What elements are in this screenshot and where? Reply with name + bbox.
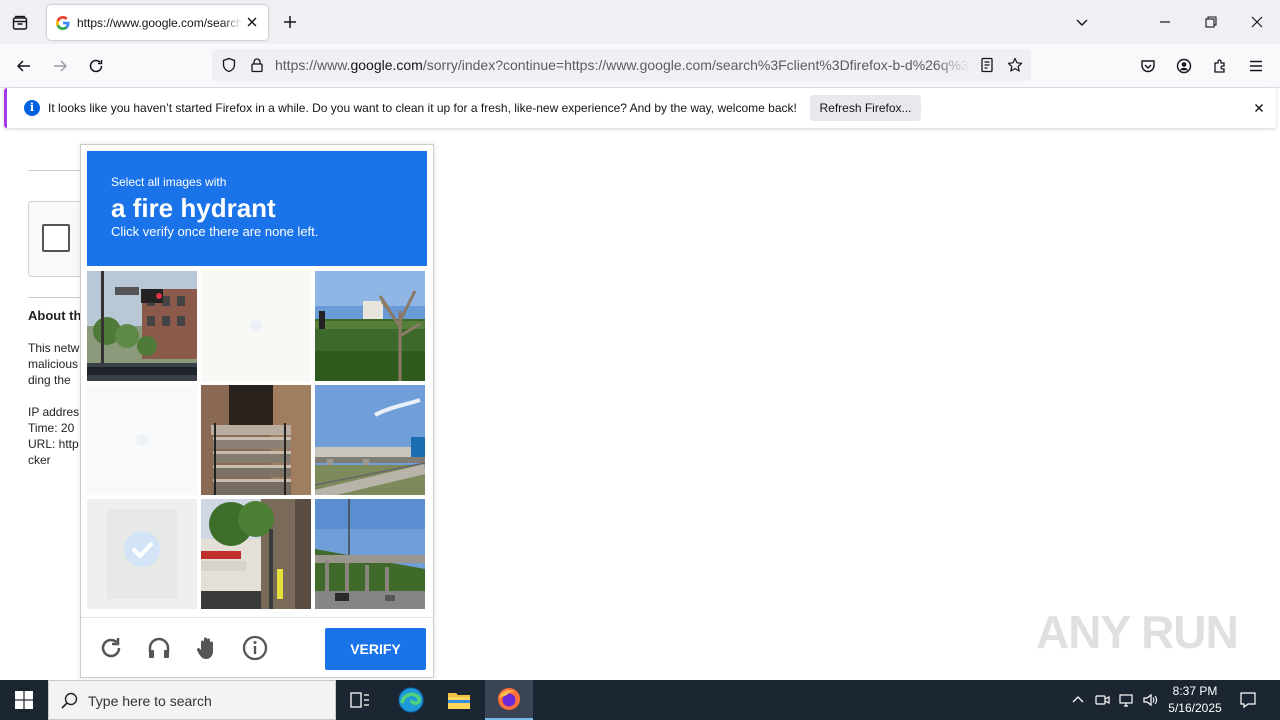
meta-line: URL: http (28, 437, 79, 451)
challenge-header: Select all images with a fire hydrant Cl… (87, 151, 427, 266)
tab-close-icon[interactable] (245, 15, 259, 29)
minimize-icon[interactable] (1155, 12, 1175, 32)
reader-view-icon[interactable] (979, 57, 995, 73)
image-tile[interactable] (315, 385, 425, 495)
image-tile[interactable] (315, 499, 425, 609)
firefox-view-icon[interactable] (6, 9, 34, 37)
body-line: ding the (28, 373, 71, 387)
prompt-target: a fire hydrant (111, 193, 276, 223)
tab-bar: https://www.google.com/search?client=fir… (0, 0, 1280, 44)
edge-icon[interactable] (387, 680, 435, 720)
taskbar-search[interactable]: Type here to search (48, 680, 336, 720)
close-window-icon[interactable] (1247, 12, 1267, 32)
url-host: google.com (350, 57, 423, 73)
image-tile-faded[interactable] (87, 385, 197, 495)
pocket-icon[interactable] (1137, 55, 1159, 77)
audio-icon[interactable] (145, 634, 173, 662)
challenge-footer: VERIFY (81, 617, 433, 677)
body-line: malicious (28, 357, 79, 371)
forward-icon[interactable] (49, 55, 71, 77)
reload-page-icon[interactable] (85, 55, 107, 77)
image-tile-faded[interactable] (201, 271, 311, 381)
image-tile[interactable] (87, 271, 197, 381)
meta-line: cker (28, 453, 51, 467)
firefox-taskbar-icon[interactable] (485, 680, 533, 720)
divider (28, 297, 88, 298)
divider (28, 170, 88, 171)
reload-icon[interactable] (97, 634, 125, 662)
show-hidden-icons-icon[interactable] (1068, 690, 1088, 710)
back-icon[interactable] (13, 55, 35, 77)
prompt-small: Select all images with (111, 175, 227, 189)
anyrun-watermark: ANY RUN (1036, 606, 1239, 658)
search-icon (61, 692, 78, 709)
close-notification-icon[interactable] (1252, 101, 1266, 115)
new-tab-icon[interactable] (280, 12, 300, 32)
task-view-icon[interactable] (336, 680, 384, 720)
url-prefix: https://www. (275, 57, 351, 73)
body-line: This netw (28, 341, 80, 355)
search-placeholder: Type here to search (88, 693, 212, 709)
network-icon[interactable] (1116, 690, 1136, 710)
about-heading: About th (28, 308, 82, 323)
recaptcha-widget (28, 201, 88, 277)
file-explorer-icon[interactable] (435, 680, 483, 720)
image-tile-selected-faded[interactable] (87, 499, 197, 609)
clock-time: 8:37 PM (1172, 684, 1218, 698)
volume-icon[interactable] (1140, 690, 1160, 710)
meta-line: IP addres (28, 405, 80, 419)
recaptcha-challenge: Select all images with a fire hydrant Cl… (80, 144, 434, 678)
recaptcha-checkbox[interactable] (42, 224, 70, 252)
extensions-icon[interactable] (1209, 55, 1231, 77)
refresh-firefox-notification: i It looks like you haven’t started Fire… (4, 88, 1276, 128)
tab-title: https://www.google.com/search?client=fir… (77, 15, 242, 30)
info-icon[interactable] (241, 634, 269, 662)
image-tile[interactable] (201, 385, 311, 495)
image-tile[interactable] (201, 499, 311, 609)
verify-button[interactable]: VERIFY (325, 628, 426, 670)
refresh-firefox-button[interactable]: Refresh Firefox... (810, 95, 921, 121)
notification-message: It looks like you haven’t started Firefo… (48, 101, 797, 115)
tracking-shield-icon[interactable] (221, 57, 237, 73)
list-all-tabs-icon[interactable] (1072, 12, 1092, 32)
google-favicon-icon (56, 15, 70, 30)
navigation-toolbar: https://www.google.com/sorry/index?conti… (0, 44, 1280, 88)
account-icon[interactable] (1173, 55, 1195, 77)
url-text[interactable]: https://www.google.com/sorry/index?conti… (275, 57, 970, 73)
url-path: /sorry/index?continue=https://www.google… (422, 57, 970, 73)
clock-date: 5/16/2025 (1168, 701, 1222, 715)
notifications-icon[interactable] (1238, 690, 1258, 710)
hand-icon[interactable] (193, 634, 221, 662)
image-tile[interactable] (315, 271, 425, 381)
system-clock[interactable]: 8:37 PM 5/16/2025 (1160, 683, 1230, 717)
restore-icon[interactable] (1201, 12, 1221, 32)
meta-line: Time: 20 (28, 421, 75, 435)
bookmark-star-icon[interactable] (1007, 57, 1023, 73)
address-bar[interactable]: https://www.google.com/sorry/index?conti… (212, 49, 1031, 81)
prompt-instruction: Click verify once there are none left. (111, 224, 319, 239)
windows-start-icon[interactable] (0, 680, 48, 720)
meet-now-icon[interactable] (1092, 690, 1112, 710)
menu-icon[interactable] (1245, 55, 1267, 77)
lock-icon[interactable] (249, 57, 265, 73)
windows-taskbar: Type here to search 8:37 PM 5/16/2025 (0, 680, 1280, 720)
tab-google-search[interactable]: https://www.google.com/search?client=fir… (47, 5, 268, 40)
info-icon: i (24, 100, 40, 116)
